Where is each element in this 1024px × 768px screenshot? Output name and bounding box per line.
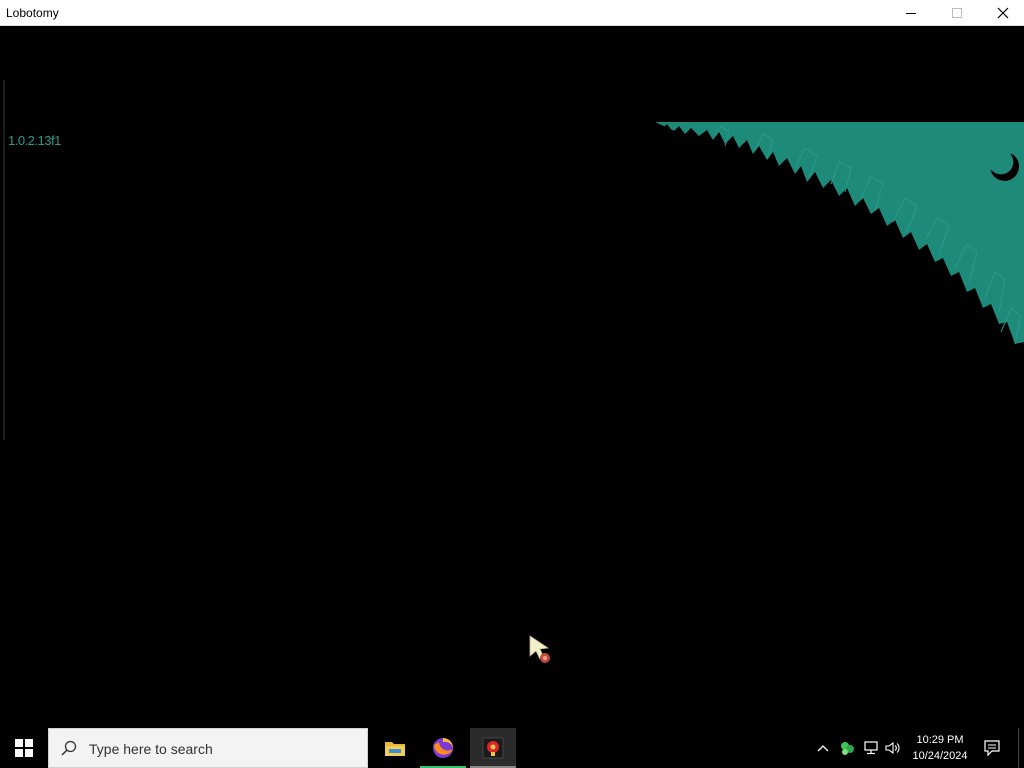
lobotomy-app-icon (482, 737, 504, 759)
taskbar-app-lobotomy[interactable] (470, 728, 516, 768)
firefox-icon (433, 737, 454, 758)
minimize-button[interactable] (888, 0, 934, 26)
window-title: Lobotomy (6, 6, 59, 20)
folder-icon (385, 742, 405, 756)
version-label: 1.0.2.13f1 (8, 133, 61, 148)
tray-app-icon[interactable] (838, 738, 856, 758)
green-app-icon (841, 742, 854, 755)
speaker-icon (885, 741, 900, 755)
notification-icon (984, 740, 1000, 756)
tray-volume-button[interactable] (884, 738, 902, 758)
search-placeholder: Type here to search (89, 741, 213, 757)
action-center-button[interactable] (980, 728, 1004, 768)
search-icon (61, 740, 77, 756)
minimize-icon (906, 13, 916, 14)
close-icon (997, 7, 1009, 19)
clock-date: 10/24/2024 (912, 750, 968, 762)
taskbar-clock[interactable]: 10:29 PM 10/24/2024 (904, 732, 976, 764)
close-button[interactable] (980, 0, 1024, 26)
city-skyline-illustration (655, 122, 1024, 379)
show-desktop-button[interactable] (1018, 728, 1024, 768)
clock-time: 10:29 PM (916, 734, 964, 746)
taskbar: Type here to search 10:29 PM 10/24/2024 (0, 728, 1024, 768)
taskbar-app-file-explorer[interactable] (372, 728, 418, 768)
taskbar-app-firefox[interactable] (420, 728, 466, 768)
window-titlebar: Lobotomy (0, 0, 1024, 26)
left-edge-line (3, 80, 5, 440)
game-canvas[interactable]: 1.0.2.13f1 (0, 26, 1024, 728)
start-button[interactable] (0, 728, 48, 768)
mouse-cursor-icon (529, 635, 550, 663)
taskbar-search-box[interactable]: Type here to search (48, 728, 368, 768)
tray-overflow-button[interactable] (814, 738, 832, 758)
chevron-up-icon (817, 745, 829, 752)
tray-network-button[interactable] (862, 738, 880, 758)
maximize-icon (952, 8, 962, 18)
windows-logo-icon (15, 739, 33, 757)
network-icon (864, 741, 878, 755)
maximize-button[interactable] (934, 0, 980, 26)
